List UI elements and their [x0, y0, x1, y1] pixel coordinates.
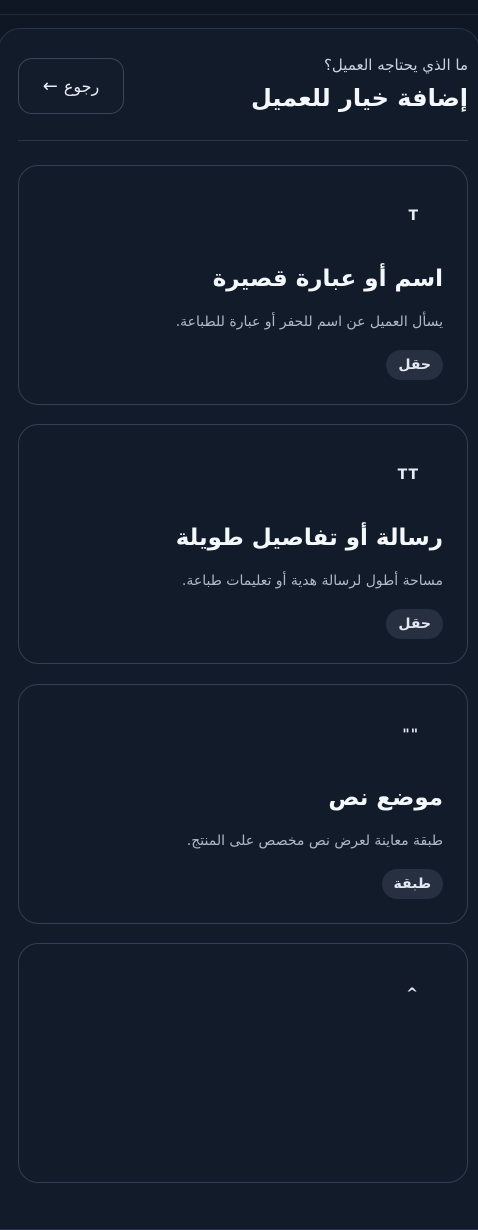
- option-card-long-text[interactable]: TT رسالة أو تفاصيل طويلة مساحة أطول لرسا…: [18, 424, 468, 664]
- option-card-badge: حقل: [386, 609, 443, 639]
- option-card-short-text[interactable]: T اسم أو عبارة قصيرة يسأل العميل عن اسم …: [18, 165, 468, 405]
- quote-icon: "": [402, 727, 419, 743]
- text-t-icon: T: [408, 208, 419, 224]
- option-card-badge: طبقة: [381, 869, 443, 899]
- top-strip: [0, 0, 478, 15]
- arrow-left-icon: ←: [42, 75, 58, 97]
- option-card-title: اسم أو عبارة قصيرة: [212, 266, 443, 292]
- option-card-description: يسأل العميل عن اسم للحفر أو عبارة للطباع…: [175, 314, 443, 330]
- sheet-header: ما الذي يحتاجه العميل؟ إضافة خيار للعميل…: [18, 52, 468, 141]
- sheet-subtitle: ما الذي يحتاجه العميل؟: [323, 56, 468, 74]
- option-card-text-position[interactable]: "" موضع نص طبقة معاينة لعرض نص مخصص على …: [18, 684, 468, 924]
- caret-up-icon: ^: [406, 986, 419, 1002]
- double-t-icon: TT: [397, 467, 419, 483]
- option-card-partial[interactable]: ^: [18, 943, 468, 1183]
- back-button[interactable]: رجوع ←: [18, 58, 124, 114]
- option-card-title: موضع نص: [328, 785, 443, 811]
- option-card-title: رسالة أو تفاصيل طويلة: [175, 525, 443, 551]
- option-card-description: طبقة معاينة لعرض نص مخصص على المنتج.: [186, 833, 443, 849]
- option-card-badge: حقل: [386, 350, 443, 380]
- sheet-title: إضافة خيار للعميل: [251, 84, 468, 112]
- back-button-label: رجوع: [63, 76, 100, 96]
- option-card-description: مساحة أطول لرسالة هدية أو تعليمات طباعة.: [181, 573, 443, 589]
